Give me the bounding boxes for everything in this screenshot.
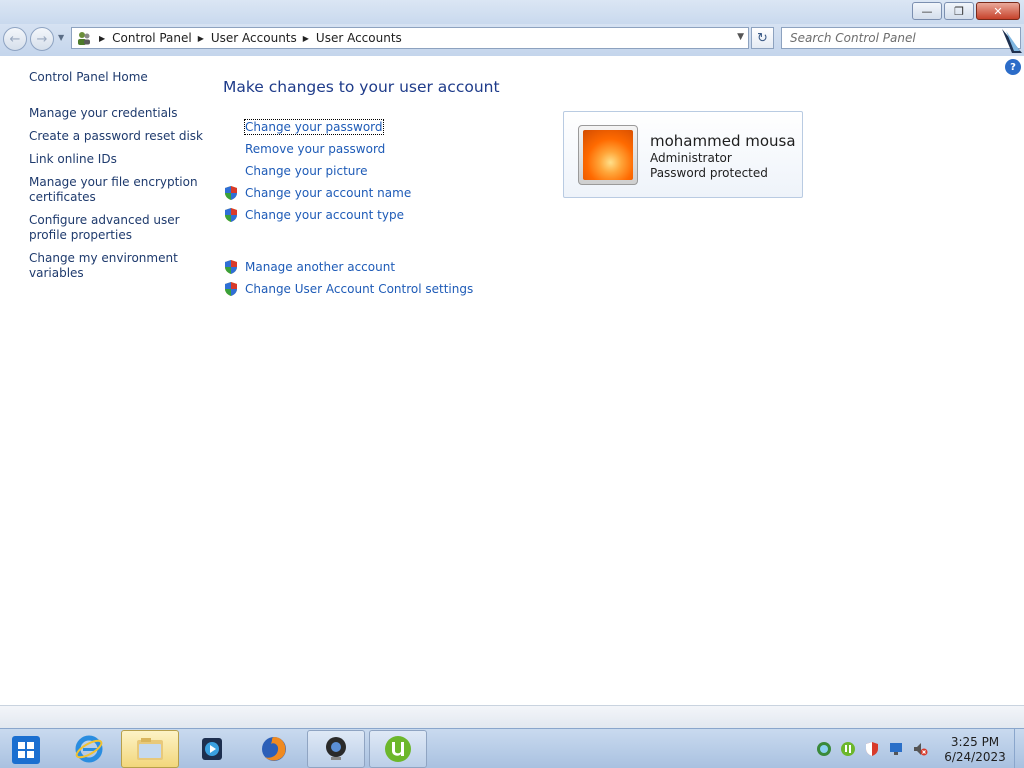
taskbar-firefox[interactable] [245, 730, 303, 768]
windows-explorer-icon [137, 738, 163, 760]
change-password-link[interactable]: Change your password [244, 119, 384, 135]
search-box[interactable] [781, 27, 1021, 49]
network-globe-icon[interactable] [816, 741, 832, 757]
taskbar: 3:25 PM 6/24/2023 [0, 728, 1024, 768]
start-button[interactable] [12, 736, 40, 764]
clock-date: 6/24/2023 [944, 750, 1006, 764]
user-password-status: Password protected [650, 166, 768, 180]
task-change-password: Change your password [223, 116, 543, 138]
internet-explorer-icon [75, 735, 103, 763]
refresh-button[interactable]: ↻ [751, 27, 774, 49]
show-desktop-button[interactable] [1014, 729, 1024, 768]
breadcrumb-separator[interactable]: ▶ [198, 34, 204, 43]
main-content: Make changes to your user account Change… [223, 78, 543, 300]
avatar [578, 125, 638, 185]
webcam-icon [326, 737, 346, 760]
user-name: mohammed mousa [650, 132, 796, 150]
restore-button[interactable]: ❐ [944, 2, 974, 20]
link-online-ids-link[interactable]: Link online IDs [29, 152, 204, 167]
help-button[interactable]: ? [1005, 59, 1021, 75]
breadcrumb-user-accounts-current[interactable]: User Accounts [316, 31, 402, 45]
address-dropdown-icon[interactable]: ▼ [737, 32, 744, 42]
uac-shield-icon [225, 208, 237, 222]
manage-file-encryption-link[interactable]: Manage your file encryption certificates [29, 175, 204, 205]
taskbar-webcam[interactable] [307, 730, 365, 768]
close-button[interactable]: ✕ [976, 2, 1020, 20]
change-account-type-link[interactable]: Change your account type [245, 208, 404, 222]
uac-shield-icon [225, 282, 237, 296]
window-title-bar: — ❐ ✕ [0, 0, 1024, 24]
task-change-uac-settings: Change User Account Control settings [223, 278, 543, 300]
window-controls: — ❐ ✕ [912, 2, 1020, 20]
control-panel-home-link[interactable]: Control Panel Home [29, 70, 204, 85]
breadcrumb-separator[interactable]: ▶ [303, 34, 309, 43]
windows-logo-icon [18, 742, 34, 758]
network-status-icon[interactable] [888, 741, 904, 757]
utorrent-icon [385, 736, 411, 762]
recent-pages-dropdown[interactable]: ▼ [58, 33, 64, 42]
task-change-account-type: Change your account type [223, 204, 543, 226]
overlay-logo-icon [1000, 27, 1024, 57]
breadcrumb-separator[interactable]: ▶ [99, 34, 105, 43]
remove-password-link[interactable]: Remove your password [245, 142, 385, 156]
search-input[interactable] [782, 28, 982, 48]
security-shield-icon[interactable] [864, 741, 880, 757]
user-account-card: mohammed mousa Administrator Password pr… [563, 111, 803, 198]
taskbar-clock[interactable]: 3:25 PM 6/24/2023 [940, 735, 1010, 765]
navigation-bar: ← → ▼ ▶ Control Panel ▶ User Accounts ▶ … [0, 24, 1024, 56]
forward-button[interactable]: → [30, 27, 54, 51]
media-player-icon [202, 738, 222, 760]
back-button[interactable]: ← [3, 27, 27, 51]
utorrent-tray-icon[interactable] [840, 741, 856, 757]
breadcrumb-control-panel[interactable]: Control Panel [112, 31, 192, 45]
change-uac-settings-link[interactable]: Change User Account Control settings [245, 282, 473, 296]
uac-shield-icon [225, 260, 237, 274]
uac-shield-icon [225, 186, 237, 200]
taskbar-internet-explorer[interactable] [60, 730, 118, 768]
create-password-reset-disk-link[interactable]: Create a password reset disk [29, 129, 204, 144]
taskbar-media-player[interactable] [183, 730, 241, 768]
refresh-icon: ↻ [757, 30, 768, 46]
task-change-picture: Change your picture [223, 160, 543, 182]
status-bar [0, 705, 1024, 728]
change-account-name-link[interactable]: Change your account name [245, 186, 411, 200]
configure-profile-properties-link[interactable]: Configure advanced user profile properti… [29, 213, 204, 243]
breadcrumb-user-accounts[interactable]: User Accounts [211, 31, 297, 45]
system-tray [816, 741, 928, 757]
taskbar-windows-explorer[interactable] [121, 730, 179, 768]
taskbar-utorrent[interactable] [369, 730, 427, 768]
minimize-button[interactable]: — [912, 2, 942, 20]
arrow-right-icon: → [36, 31, 48, 47]
manage-another-account-link[interactable]: Manage another account [245, 260, 395, 274]
flower-picture-icon [583, 130, 633, 180]
page-title: Make changes to your user account [223, 78, 500, 96]
change-picture-link[interactable]: Change your picture [245, 164, 367, 178]
task-remove-password: Remove your password [223, 138, 543, 160]
left-task-pane: Control Panel Home Manage your credentia… [29, 70, 204, 289]
firefox-icon [262, 737, 286, 761]
volume-muted-icon[interactable] [912, 741, 928, 757]
manage-credentials-link[interactable]: Manage your credentials [29, 106, 204, 121]
clock-time: 3:25 PM [950, 735, 1000, 749]
arrow-left-icon: ← [9, 31, 21, 47]
user-accounts-icon [75, 30, 93, 46]
address-bar[interactable]: ▶ Control Panel ▶ User Accounts ▶ User A… [71, 27, 749, 49]
change-environment-variables-link[interactable]: Change my environment variables [29, 251, 204, 281]
task-change-account-name: Change your account name [223, 182, 543, 204]
user-role: Administrator [650, 151, 732, 165]
task-manage-another-account: Manage another account [223, 256, 543, 278]
